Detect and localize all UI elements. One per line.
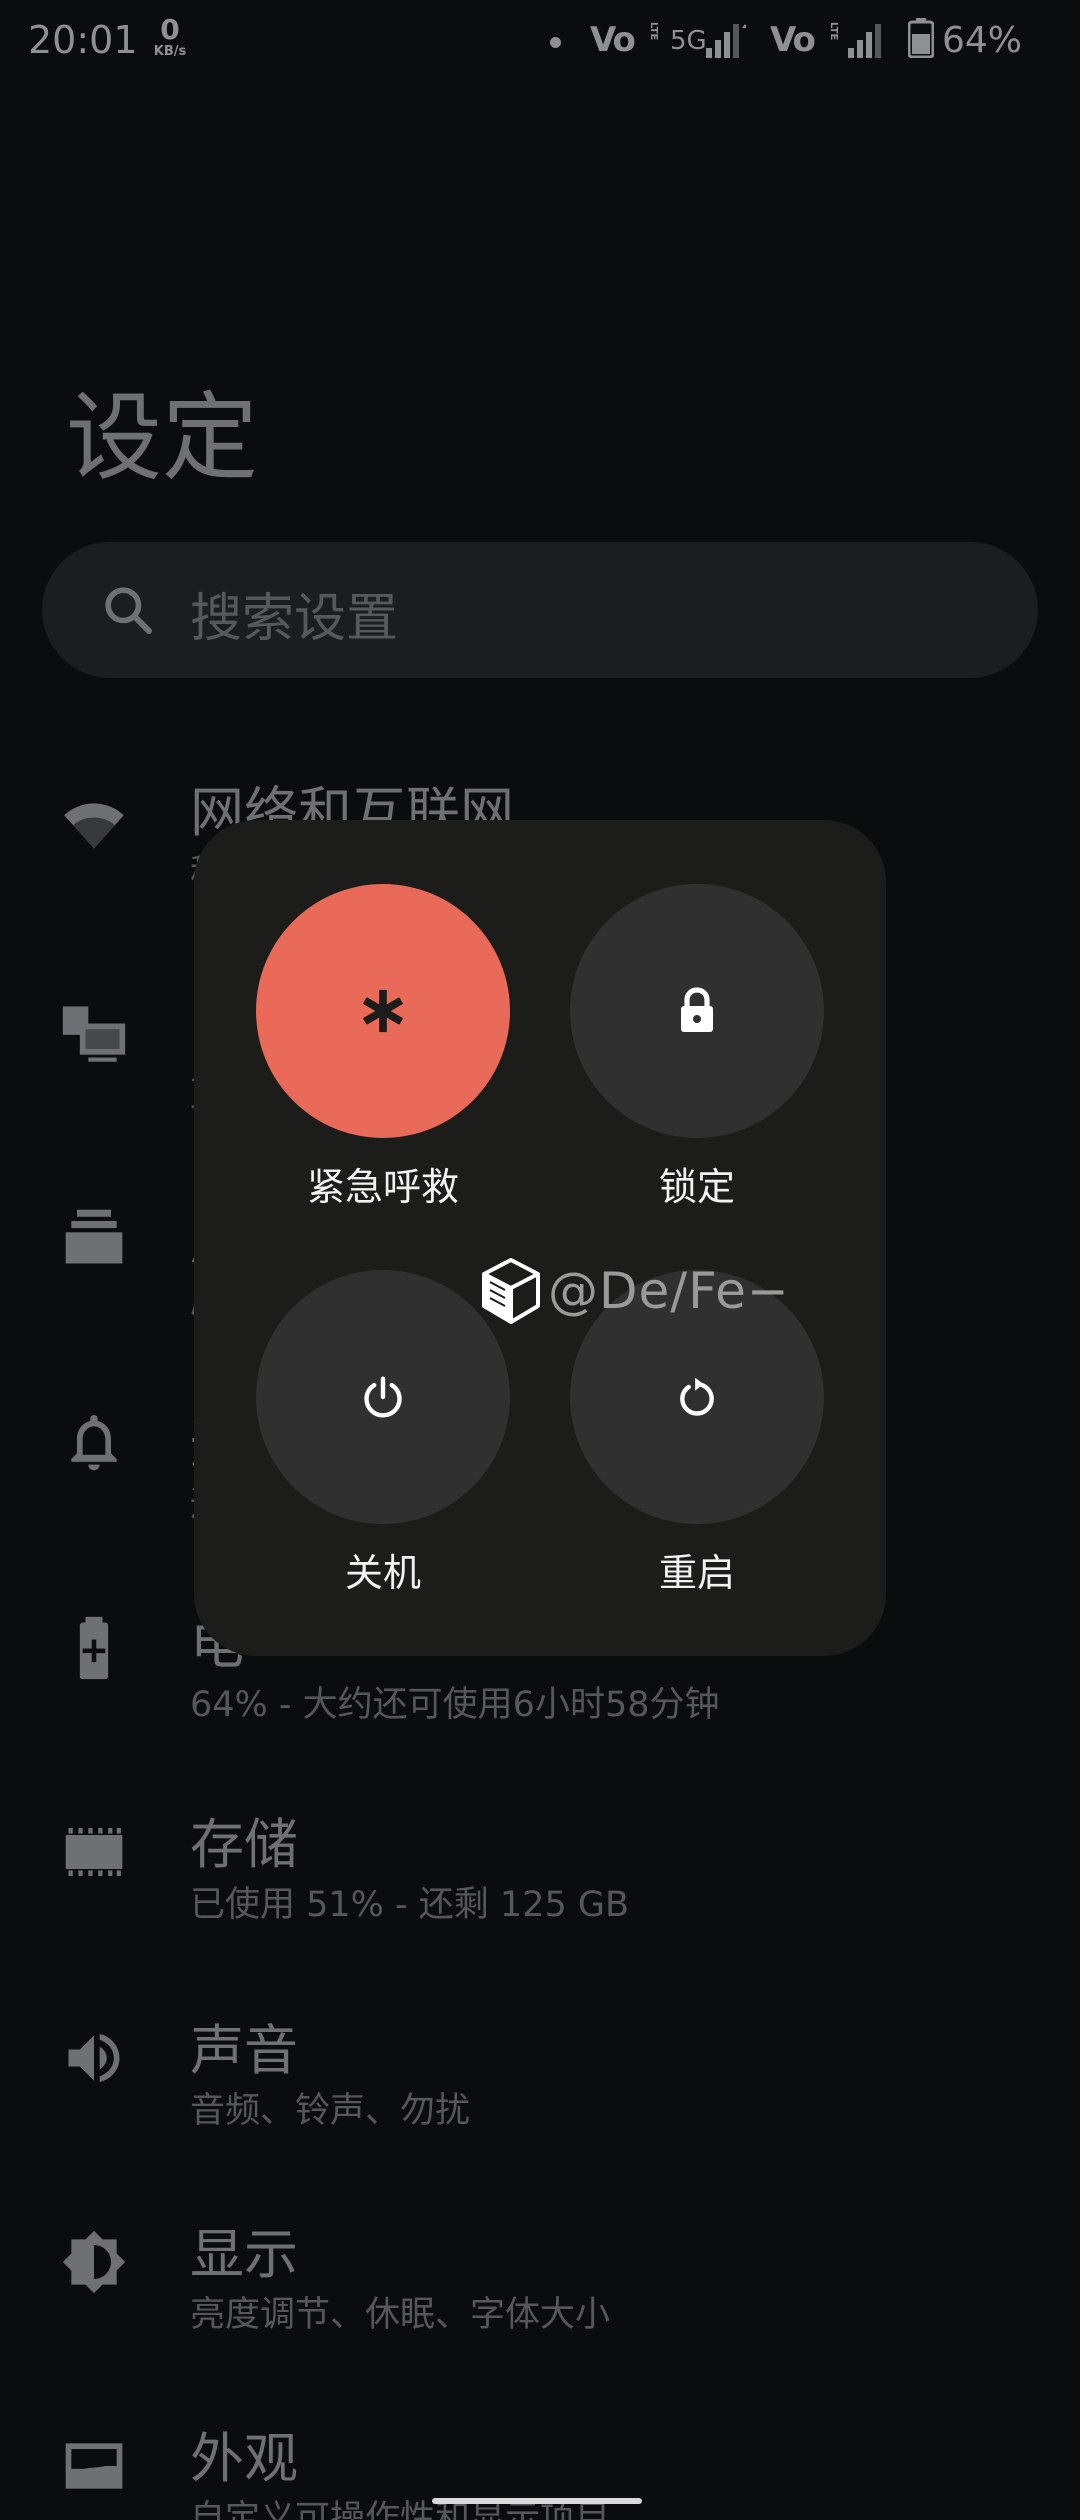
settings-item-title: 声音: [190, 2019, 298, 2082]
home-indicator[interactable]: [432, 2498, 642, 2504]
sim1-gen-label: 5G: [670, 26, 707, 56]
settings-item-appearance[interactable]: 外观 自定义可操作性和显示项目: [0, 2414, 1080, 2520]
watermark: @De/Fe−: [474, 1252, 790, 1330]
settings-item-display[interactable]: 显示 亮度调节、休眠、字体大小: [0, 2210, 1080, 2410]
power-off-label: 关机: [344, 1551, 421, 1595]
lock-button[interactable]: [570, 884, 824, 1138]
restart-icon: [680, 1377, 714, 1416]
battery-percent: 64%: [942, 20, 1023, 61]
search-bar[interactable]: 搜索设置: [42, 542, 1038, 678]
network-speed: 0 KB/s: [150, 13, 190, 59]
sim1-tech-label: LTE: [648, 22, 659, 41]
power-icon: [364, 1376, 402, 1418]
settings-item-title: 外观: [190, 2427, 298, 2490]
sim2-vo-label: Vo: [770, 20, 816, 60]
network-speed-unit: KB/s: [153, 44, 187, 59]
apps-icon: [65, 1209, 123, 1264]
wallpaper-icon: [65, 2443, 123, 2489]
settings-item-subtitle: 自定义可操作性和显示项目: [190, 2499, 611, 2520]
sim1-signal-icon: [706, 24, 746, 58]
watermark-box-icon: [482, 1258, 540, 1324]
lock-label: 锁定: [658, 1165, 735, 1209]
battery-charging-icon: [79, 1616, 109, 1680]
battery-icon: [908, 18, 934, 58]
notification-dot-icon: [550, 37, 561, 48]
sim2-volte-indicator: Vo LTE: [770, 20, 839, 60]
lock-icon: [681, 987, 713, 1032]
emergency-button[interactable]: [256, 884, 510, 1138]
watermark-text: @De/Fe−: [548, 1262, 790, 1320]
page-title: 设定: [66, 382, 258, 494]
emergency-asterisk-icon: [363, 989, 403, 1033]
settings-item-subtitle: 音频、铃声、勿扰: [190, 2091, 471, 2131]
connected-devices-icon: [62, 1006, 126, 1062]
settings-item-subtitle: 已使用 51% - 还剩 125 GB: [190, 1885, 629, 1925]
emergency-label: 紧急呼救: [306, 1165, 459, 1209]
wifi-icon: [64, 803, 124, 849]
bell-icon: [71, 1415, 117, 1471]
sim1-volte-indicator: Vo LTE 5G: [590, 20, 707, 60]
power-menu: 紧急呼救 锁定 关机 重启: [194, 820, 886, 1656]
power-off-button[interactable]: [256, 1270, 510, 1524]
sim1-vo-label: Vo: [590, 20, 636, 60]
status-time: 20:01: [28, 18, 138, 62]
settings-item-subtitle: 亮度调节、休眠、字体大小: [190, 2295, 611, 2335]
search-placeholder: 搜索设置: [190, 589, 399, 649]
settings-item-subtitle: 64% - 大约还可使用6小时58分钟: [190, 1685, 720, 1725]
search-icon: [105, 587, 153, 635]
storage-icon: [65, 1827, 123, 1877]
status-bar: 20:01 0 KB/s Vo LTE 5G Vo LTE 64%: [0, 0, 1080, 84]
settings-item-title: 存储: [190, 1813, 298, 1876]
screen: 20:01 0 KB/s Vo LTE 5G Vo LTE 64% 设定 搜索设…: [0, 0, 1080, 2520]
settings-item-storage[interactable]: 存储 已使用 51% - 还剩 125 GB: [0, 1800, 1080, 2000]
network-speed-value: 0: [160, 13, 180, 46]
volume-icon: [68, 2033, 120, 2083]
restart-label: 重启: [658, 1551, 735, 1595]
brightness-icon: [62, 2230, 126, 2294]
settings-item-sound[interactable]: 声音 音频、铃声、勿扰: [0, 2006, 1080, 2206]
sim2-signal-icon: [848, 24, 881, 58]
sim2-tech-label: LTE: [828, 22, 839, 41]
settings-item-title: 显示: [190, 2223, 298, 2286]
